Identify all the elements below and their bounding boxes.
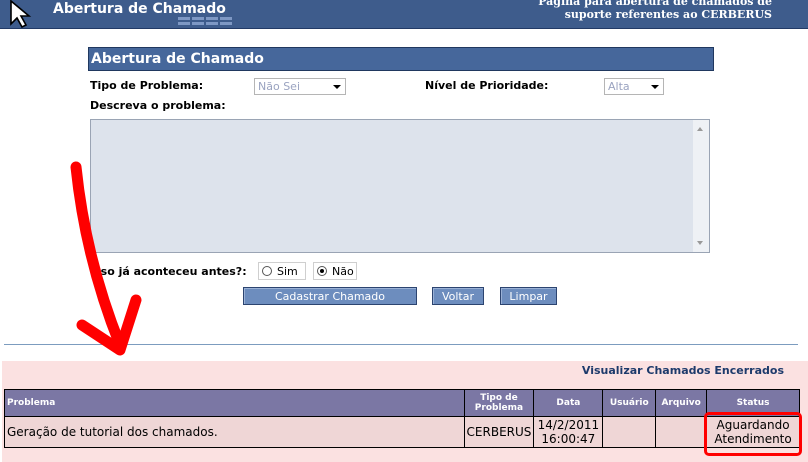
- problem-type-value: Não Sei: [258, 80, 301, 93]
- cell-user: [602, 416, 657, 448]
- header-title: Abertura de Chamado: [53, 1, 226, 17]
- table-header-row: Problema Tipo de Problema Data Usuário A…: [4, 389, 800, 417]
- priority-select[interactable]: Alta: [604, 78, 664, 95]
- column-header-file: Arquivo: [655, 389, 708, 417]
- chevron-down-icon[interactable]: [327, 79, 345, 94]
- column-header-user: Usuário: [602, 389, 657, 417]
- status-highlight-box: [704, 412, 802, 456]
- tickets-section: Visualizar Chamados Encerrados Problema …: [2, 361, 808, 462]
- header-subtitle-line2: suporte referentes ao CERBERUS: [564, 8, 772, 21]
- cell-file: [655, 416, 708, 448]
- header-subtitle-line1: Página para abertura de chamados de: [538, 0, 772, 8]
- problem-type-label: Tipo de Problema:: [90, 79, 204, 92]
- description-textarea[interactable]: [90, 119, 710, 253]
- cell-problem: Geração de tutorial dos chamados.: [4, 416, 465, 448]
- cell-date: 14/2/2011 16:00:47: [533, 416, 604, 448]
- column-header-date: Data: [533, 389, 604, 417]
- scroll-down-icon[interactable]: [697, 241, 703, 245]
- red-arrow-annotation-icon: [70, 161, 142, 356]
- header-subtitle: Página para abertura de chamados de supo…: [532, 0, 772, 21]
- tickets-table: Problema Tipo de Problema Data Usuário A…: [4, 389, 800, 448]
- radio-no-option[interactable]: Não: [313, 262, 357, 280]
- scroll-up-icon[interactable]: [697, 127, 703, 131]
- radio-yes[interactable]: [262, 266, 272, 276]
- priority-label: Nível de Prioridade:: [425, 79, 549, 92]
- problem-type-select[interactable]: Não Sei: [254, 78, 346, 95]
- radio-yes-option[interactable]: Sim: [258, 262, 306, 280]
- top-header-bar: Abertura de Chamado Página para abertura…: [0, 0, 808, 29]
- cell-type: CERBERUS: [463, 416, 535, 448]
- radio-yes-label: Sim: [277, 265, 298, 278]
- priority-value: Alta: [608, 80, 630, 93]
- radio-no[interactable]: [317, 266, 327, 276]
- textarea-scrollbar[interactable]: [693, 120, 709, 252]
- column-header-problem: Problema: [4, 389, 465, 417]
- cell-date-day: 14/2/2011: [537, 418, 600, 432]
- chevron-down-icon[interactable]: [645, 79, 663, 94]
- table-row[interactable]: Geração de tutorial dos chamados. CERBER…: [4, 416, 800, 448]
- clear-button[interactable]: Limpar: [500, 287, 557, 305]
- cursor-arrow-icon: [10, 0, 32, 28]
- column-header-type: Tipo de Problema: [463, 389, 535, 417]
- view-closed-tickets-link[interactable]: Visualizar Chamados Encerrados: [582, 364, 784, 377]
- form-panel-title: Abertura de Chamado: [88, 47, 714, 71]
- back-button[interactable]: Voltar: [432, 287, 484, 305]
- describe-problem-label: Descreva o problema:: [90, 99, 226, 112]
- cell-date-time: 16:00:47: [541, 432, 596, 446]
- submit-ticket-button[interactable]: Cadastrar Chamado: [243, 287, 417, 305]
- radio-no-label: Não: [332, 265, 354, 278]
